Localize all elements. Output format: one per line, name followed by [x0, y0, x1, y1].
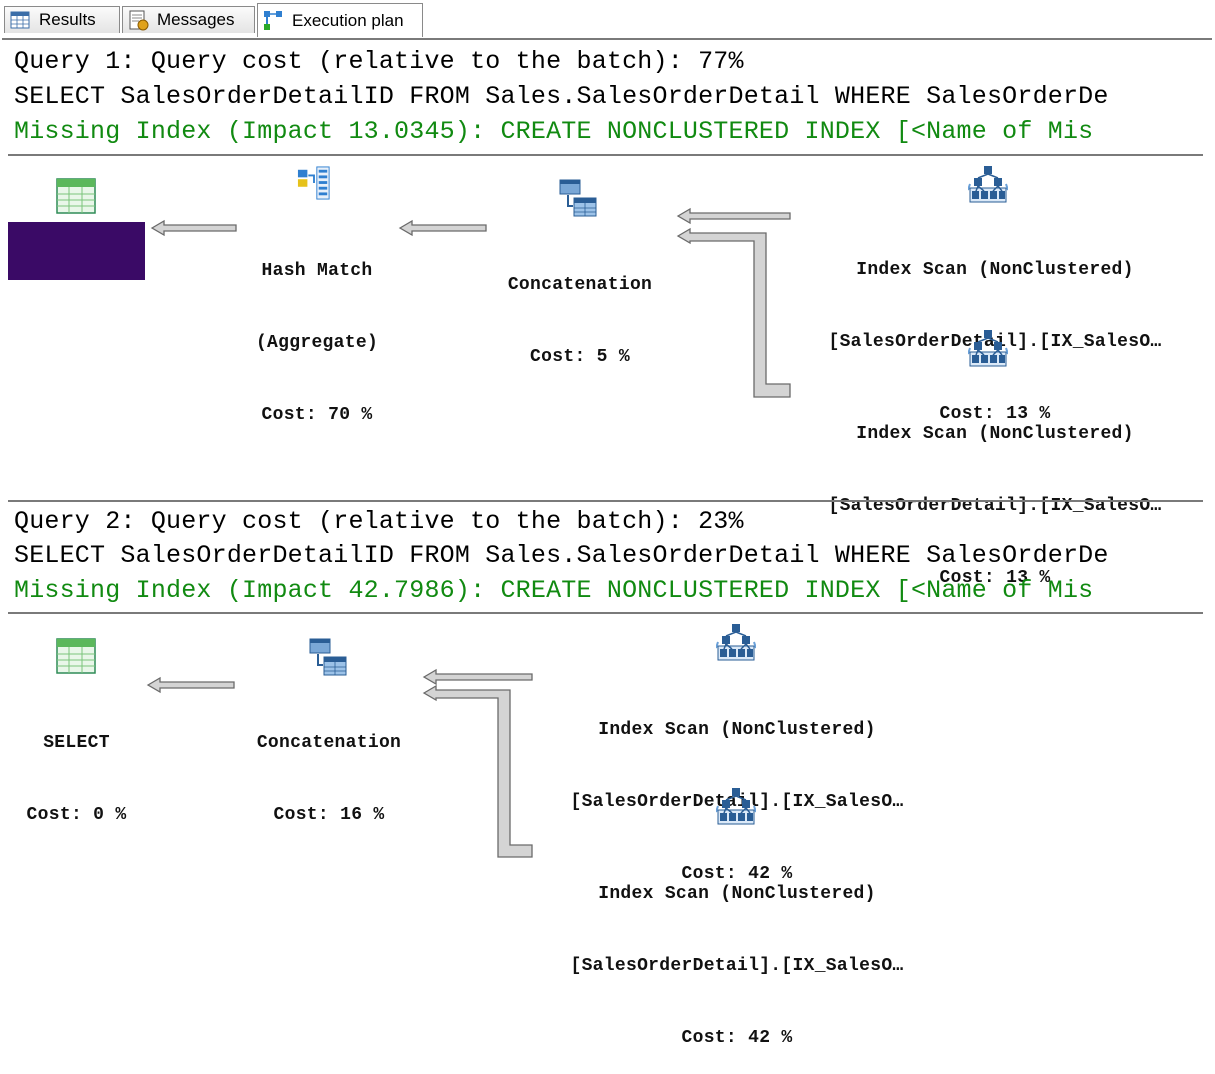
query1-select-node[interactable]: SELECT Cost: 0 %: [8, 222, 145, 378]
query2-concatenation-name: Concatenation: [256, 733, 402, 753]
query1-select-name: SELECT: [43, 280, 110, 300]
query2-concatenation-node[interactable]: Concatenation Cost: 16 %: [234, 683, 424, 851]
query1-cost-line: Query 1: Query cost (relative to the bat…: [14, 47, 744, 76]
tab-results[interactable]: Results: [4, 6, 120, 33]
query2-select-table-icon: [56, 638, 96, 674]
query1-index-scan-b-icon: [968, 328, 1008, 368]
query1-concatenation-node[interactable]: Concatenation Cost: 5 %: [486, 225, 674, 393]
tab-messages[interactable]: Messages: [122, 6, 255, 33]
query2-sql-line[interactable]: SELECT SalesOrderDetailID FROM Sales.Sal…: [14, 541, 1209, 571]
query1-hash-match-cost: Cost: 70 %: [261, 405, 373, 425]
query1-index-scan-a-icon: [968, 164, 1008, 204]
grid-icon: [9, 9, 31, 31]
query2-index-scan-b-node[interactable]: Index Scan (NonClustered) [SalesOrderDet…: [532, 834, 942, 1074]
query2-select-name: SELECT: [43, 733, 110, 753]
results-tabstrip: Results Messages Execution plan: [0, 0, 1215, 40]
query1-index-scan-b-name: Index Scan (NonClustered): [856, 424, 1134, 444]
query2-index-scan-b-cost: Cost: 42 %: [681, 1028, 793, 1048]
query1-concatenation-cost: Cost: 5 %: [530, 347, 630, 367]
query2-concatenation-cost: Cost: 16 %: [273, 805, 385, 825]
query2-select-cost: Cost: 0 %: [26, 805, 127, 825]
query1-select-cost: Cost: 0 %: [26, 358, 127, 378]
query2-divider: [8, 612, 1203, 614]
query1-divider: [8, 154, 1203, 156]
execution-plan-icon: [262, 10, 284, 32]
query2-cost-line: Query 2: Query cost (relative to the bat…: [14, 507, 744, 536]
query2-select-node[interactable]: SELECT Cost: 0 %: [8, 683, 145, 851]
query2-index-scan-b-name: Index Scan (NonClustered): [598, 884, 876, 904]
tab-results-label: Results: [39, 10, 96, 29]
query2-index-scan-b-icon: [716, 786, 756, 826]
messages-icon: [127, 9, 149, 31]
query2-index-scan-a-icon: [716, 622, 756, 662]
query1-index-scan-a-name: Index Scan (NonClustered): [856, 260, 1134, 280]
query1-hash-match-name: Hash Match: [261, 261, 373, 281]
query1-hash-match-sub: (Aggregate): [255, 333, 379, 353]
tab-messages-label: Messages: [157, 10, 235, 29]
tab-execution-plan[interactable]: Execution plan: [257, 3, 423, 37]
query1-hash-match-icon: [297, 166, 331, 200]
query2-index-scan-a-name: Index Scan (NonClustered): [598, 720, 876, 740]
query1-missing-index-line[interactable]: Missing Index (Impact 13.0345): CREATE N…: [14, 117, 1209, 147]
query1-hash-match-node[interactable]: Hash Match (Aggregate) Cost: 70 %: [236, 211, 398, 451]
query2-concatenation-icon: [308, 637, 348, 677]
query1-concatenation-name: Concatenation: [507, 275, 653, 295]
tab-divider: [2, 38, 1212, 40]
query1-concatenation-icon: [558, 178, 598, 218]
tab-execution-plan-label: Execution plan: [292, 10, 404, 30]
query2-index-scan-b-object: [SalesOrderDetail].[IX_SalesO…: [570, 956, 904, 976]
query2-top-divider: [8, 500, 1203, 502]
query2-missing-index-line[interactable]: Missing Index (Impact 42.7986): CREATE N…: [14, 576, 1209, 606]
query1-sql-line[interactable]: SELECT SalesOrderDetailID FROM Sales.Sal…: [14, 82, 1209, 112]
query1-select-table-icon: [56, 178, 96, 214]
